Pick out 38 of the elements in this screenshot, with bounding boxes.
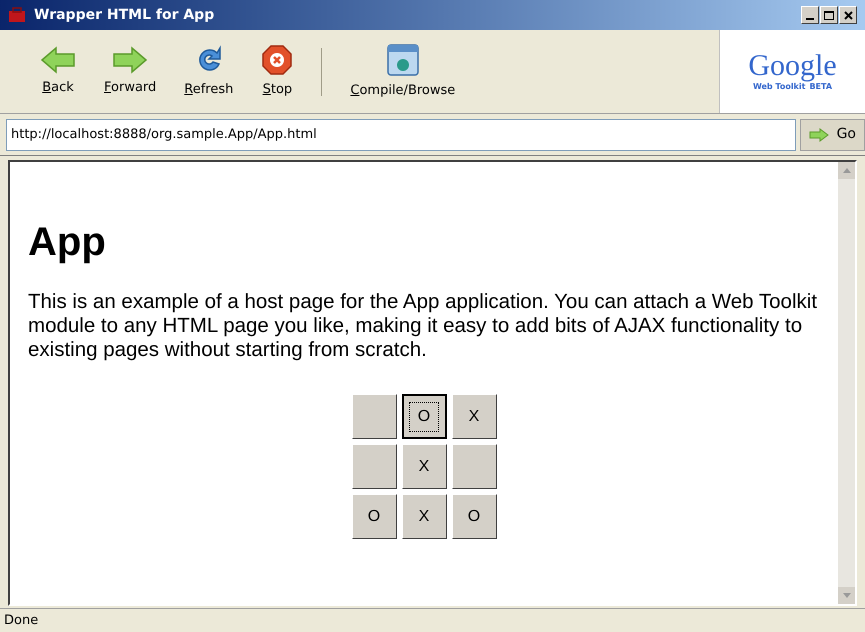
toolbar-button[interactable]: Compile/Browse — [342, 42, 464, 100]
scrollbar[interactable] — [838, 162, 855, 604]
stop-icon — [261, 44, 294, 76]
minimize-button[interactable] — [801, 6, 819, 24]
close-icon — [844, 10, 852, 20]
toolbar-button[interactable]: Back — [32, 46, 84, 98]
forward-arrow-icon — [112, 46, 148, 74]
page-heading: App — [28, 222, 107, 262]
board-cell[interactable]: O — [402, 394, 446, 439]
beta-label: BETA — [809, 82, 832, 92]
board-cell[interactable]: X — [402, 494, 446, 539]
close-button[interactable] — [839, 6, 857, 24]
minimize-icon — [806, 18, 814, 20]
window-title: Wrapper HTML for App — [34, 6, 214, 24]
maximize-button[interactable] — [820, 6, 838, 24]
browser-window-icon — [386, 42, 420, 77]
toolbar-button[interactable]: Refresh — [176, 44, 242, 100]
arrow-icon — [808, 128, 829, 142]
go-button[interactable]: Go — [800, 118, 865, 150]
board-cell[interactable]: X — [452, 394, 496, 439]
board-cell[interactable] — [352, 444, 396, 489]
board-cell[interactable]: O — [352, 494, 396, 539]
toolbar-button[interactable]: Forward — [96, 46, 164, 98]
up-arrow-icon — [842, 168, 850, 173]
status-text: Done — [4, 612, 38, 630]
down-arrow-icon — [842, 593, 850, 598]
back-arrow-icon — [40, 46, 76, 74]
logo-subtitle: Web Toolkit — [752, 82, 806, 92]
board-cell[interactable] — [352, 394, 396, 439]
toolbox-icon — [8, 7, 26, 23]
intro-paragraph: This is an example of a host page for the App application. You can attach a Web Toolkit module to any HTML page you like, making it easy to add bits of AJAX functionality to existing pages without starting from scratch. — [28, 290, 818, 362]
toolbar-button[interactable]: Stop — [253, 44, 302, 100]
board-cell[interactable] — [452, 444, 496, 489]
board-cell[interactable]: X — [402, 444, 446, 489]
board-cell[interactable]: O — [452, 494, 496, 539]
maximize-icon — [824, 10, 834, 20]
address-field[interactable]: http://localhost:8888/org.sample.App/App.html — [6, 118, 796, 150]
logo-wordmark: Google — [748, 50, 837, 80]
